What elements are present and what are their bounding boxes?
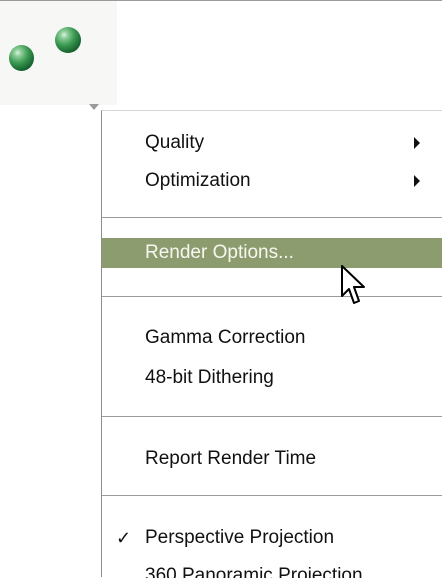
menu-item-render-options[interactable]: Render Options... [102,238,442,268]
menu-item-label: 360 Panoramic Projection [145,565,363,578]
menu-item-gamma-correction[interactable]: Gamma Correction [102,323,442,353]
green-ball-icon [55,27,81,53]
submenu-arrow-icon [414,175,420,187]
menu-item-label: Perspective Projection [145,527,335,548]
menu-item-360-panoramic-projection[interactable]: 360 Panoramic Projection [102,561,442,578]
menu-separator [102,217,442,219]
menu-item-label: Quality [145,132,205,153]
check-icon: ✓ [116,528,132,548]
dropdown-arrow-icon[interactable] [89,104,99,110]
menu-item-label: Optimization [145,170,251,191]
menu-item-optimization[interactable]: Optimization [102,166,442,196]
green-ball-icon [9,45,34,71]
menu-separator [102,296,442,298]
menu-item-quality[interactable]: Quality [102,128,442,158]
menu-item-perspective-projection[interactable]: ✓ Perspective Projection [102,523,442,553]
render-context-menu: Quality Optimization Render Options... G… [101,110,442,578]
menu-item-label: Report Render Time [145,448,317,469]
mouse-cursor-icon [341,265,365,304]
menu-item-48-bit-dithering[interactable]: 48-bit Dithering [102,363,442,393]
menu-separator [102,495,442,497]
submenu-arrow-icon [414,137,420,149]
menu-separator [102,416,442,418]
menu-item-report-render-time[interactable]: Report Render Time [102,444,442,474]
render-toolbar-button[interactable] [0,1,117,110]
menu-item-label: Render Options... [145,242,294,263]
menu-item-label: 48-bit Dithering [145,367,274,388]
menu-item-label: Gamma Correction [145,327,306,348]
